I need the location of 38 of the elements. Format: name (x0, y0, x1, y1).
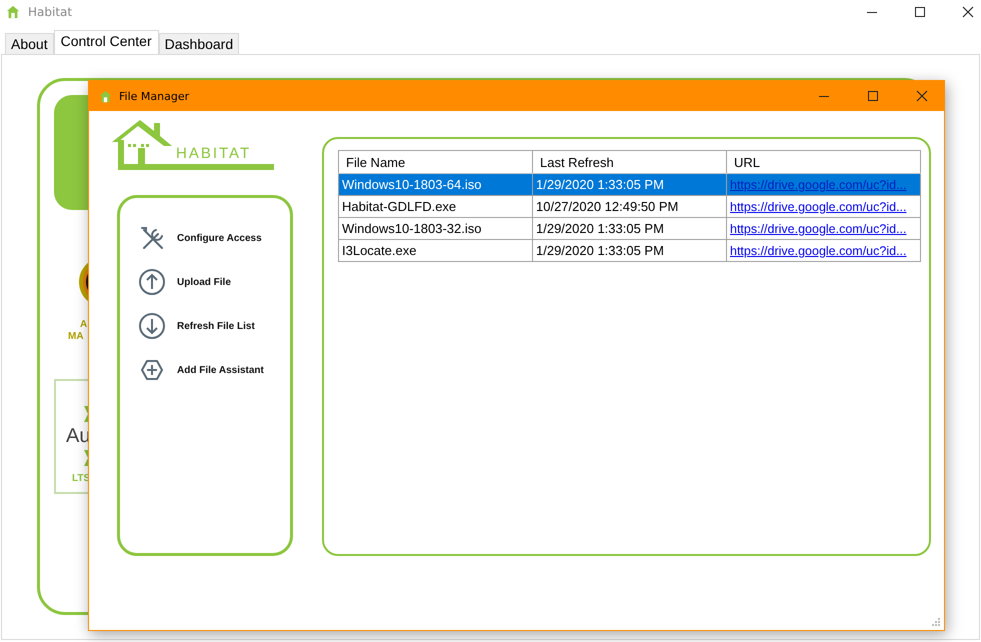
menu-item[interactable]: Refresh File List (177, 320, 255, 332)
close-icon[interactable] (962, 6, 974, 18)
table-cell: Habitat-GDLFD.exe (342, 199, 456, 214)
tab[interactable]: About (5, 33, 54, 54)
window-title: File Manager (119, 90, 190, 102)
house-icon (99, 90, 112, 102)
table-cell: 1/29/2020 1:33:05 PM (536, 177, 664, 192)
logo-text: HABITAT (176, 146, 252, 162)
column-header[interactable]: Last Refresh (532, 150, 726, 174)
table-cell: Windows10-1803-32.iso (342, 221, 482, 236)
house-icon (6, 5, 20, 19)
table-row[interactable]: Windows10-1803-32.iso 1/29/2020 1:33:05 PM https://drive.google.com/uc?id... (338, 218, 920, 240)
table-cell: I3Locate.exe (342, 243, 416, 258)
menu-item[interactable]: Add File Assistant (177, 364, 264, 376)
app-label: A (80, 319, 88, 331)
table-cell: 10/27/2020 12:49:50 PM (536, 199, 678, 214)
table-row[interactable]: I3Locate.exe 1/29/2020 1:33:05 PM https://drive.google.com/uc?id... (338, 240, 920, 262)
download-icon[interactable] (138, 312, 166, 340)
table-cell: Windows10-1803-64.iso (342, 177, 482, 192)
table-row[interactable]: Windows10-1803-64.iso 1/29/2020 1:33:05 PM https://drive.google.com/uc?id... (338, 174, 920, 196)
close-icon[interactable] (916, 90, 928, 102)
table-cell: 1/29/2020 1:33:05 PM (536, 243, 664, 258)
menu-item[interactable]: Upload File (177, 276, 231, 288)
table-cell: 1/29/2020 1:33:05 PM (536, 221, 664, 236)
upload-icon[interactable] (138, 268, 166, 296)
tab[interactable]: Control Center (54, 30, 159, 54)
maximize-icon[interactable] (914, 6, 926, 18)
tab[interactable]: Dashboard (158, 33, 240, 54)
maximize-icon[interactable] (867, 90, 879, 102)
house-logo-icon (110, 118, 276, 172)
column-header[interactable]: File Name (338, 150, 532, 174)
app-label: MA (68, 331, 84, 343)
table-row[interactable]: Habitat-GDLFD.exe 10/27/2020 12:49:50 PM https://drive.google.com/uc?id... (338, 196, 920, 218)
column-header[interactable]: URL (726, 150, 920, 174)
menu-item[interactable]: Configure Access (177, 232, 262, 244)
window-title: Habitat (28, 5, 72, 19)
tools-icon[interactable] (138, 224, 166, 252)
resize-grip-icon[interactable] (931, 617, 941, 627)
